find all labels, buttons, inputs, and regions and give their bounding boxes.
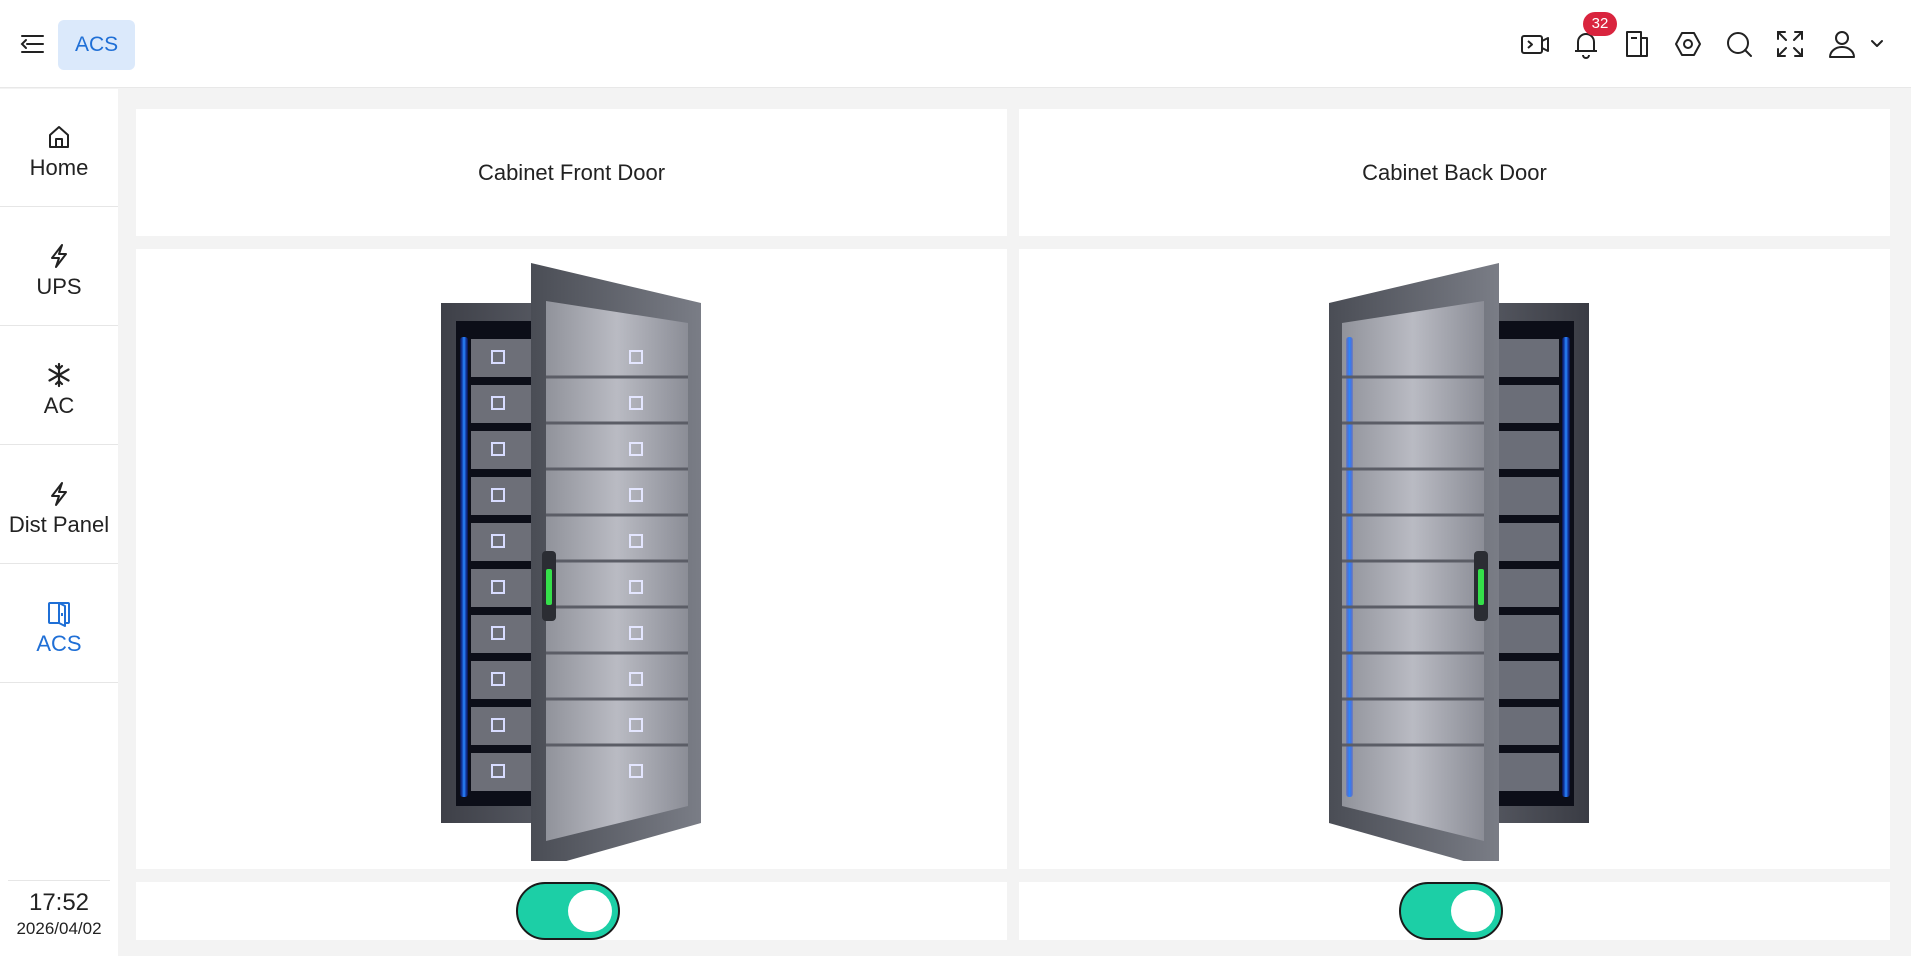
snowflake-icon — [45, 361, 73, 389]
sidebar-item-acs[interactable]: ACS — [0, 565, 118, 683]
sidebar-nav: Home UPS AC Dist Panel ACS 17:52 2026/04… — [0, 89, 118, 956]
settings-hex-icon[interactable] — [1672, 28, 1704, 60]
front-door-title: Cabinet Front Door — [136, 109, 1007, 236]
sidebar-item-label: Dist Panel — [8, 512, 110, 537]
back-door-panel — [1019, 249, 1890, 869]
sidebar-item-label: UPS — [36, 274, 82, 299]
back-door-title: Cabinet Back Door — [1019, 109, 1890, 236]
bolt-icon — [45, 242, 73, 270]
fullscreen-icon[interactable] — [1774, 28, 1806, 60]
sidebar-item-label: Home — [29, 155, 89, 180]
document-icon[interactable] — [1621, 28, 1653, 60]
back-door-cabinet-image — [1329, 263, 1589, 861]
bolt-icon — [45, 480, 73, 508]
video-terminal-icon[interactable] — [1519, 28, 1551, 60]
breadcrumb-tag-acs[interactable]: ACS — [58, 20, 136, 70]
menu-collapse-icon[interactable] — [18, 30, 46, 58]
notification-badge: 32 — [1583, 12, 1617, 36]
home-icon — [45, 123, 73, 151]
back-door-toggle-panel — [1019, 882, 1890, 940]
chevron-down-icon — [1871, 40, 1883, 47]
back-door-toggle[interactable] — [1399, 882, 1503, 940]
clock-time: 17:52 — [28, 889, 90, 916]
sidebar-item-dist-panel[interactable]: Dist Panel — [0, 446, 118, 564]
front-door-toggle-panel — [136, 882, 1007, 940]
front-door-cabinet-image — [441, 263, 701, 861]
door-icon — [45, 599, 73, 627]
toggle-knob — [568, 890, 612, 932]
toggle-knob — [1451, 890, 1495, 932]
search-icon[interactable] — [1723, 28, 1755, 60]
front-door-panel — [136, 249, 1007, 869]
user-icon — [1829, 31, 1855, 58]
sidebar-item-label: ACS — [36, 631, 82, 656]
front-door-toggle[interactable] — [516, 882, 620, 940]
user-menu[interactable] — [1826, 28, 1890, 60]
sidebar-item-home[interactable]: Home — [0, 89, 118, 207]
sidebar-item-ups[interactable]: UPS — [0, 208, 118, 326]
sidebar-item-label: AC — [43, 393, 75, 418]
sidebar-item-ac[interactable]: AC — [0, 327, 118, 445]
clock: 17:52 2026/04/02 — [8, 880, 110, 939]
top-bar: ACS 32 — [0, 0, 1911, 88]
clock-date: 2026/04/02 — [16, 919, 102, 938]
